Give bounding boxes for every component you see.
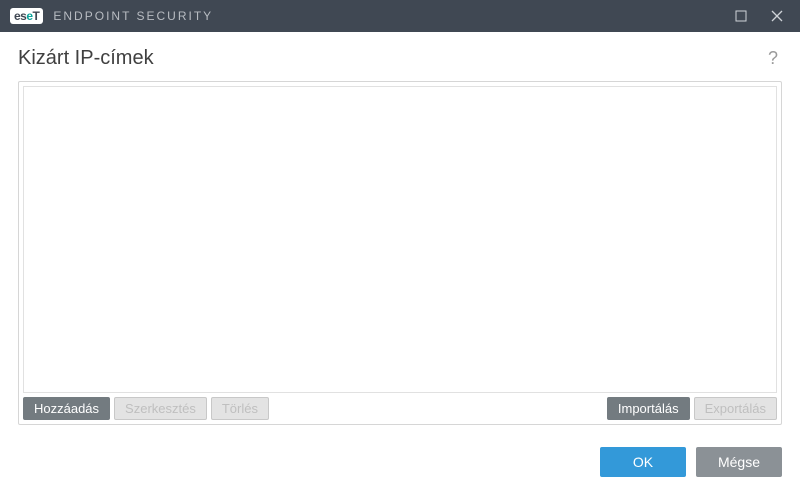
ok-button[interactable]: OK [600, 447, 686, 477]
brand-logo: eseT [10, 8, 43, 24]
edit-button: Szerkesztés [114, 397, 207, 420]
export-button: Exportálás [694, 397, 777, 420]
titlebar: eseT ENDPOINT SECURITY [0, 0, 800, 32]
brand-logo-suffix: T [33, 9, 40, 23]
window-controls [724, 4, 794, 28]
minimize-button[interactable] [724, 4, 758, 28]
action-bar: Hozzáadás Szerkesztés Törlés Importálás … [23, 397, 777, 420]
content: Kizárt IP-címek ? Hozzáadás Szerkesztés … [0, 32, 800, 425]
excluded-ip-list[interactable] [23, 86, 777, 393]
close-button[interactable] [760, 4, 794, 28]
import-button[interactable]: Importálás [607, 397, 690, 420]
minimize-icon [735, 10, 747, 22]
add-button[interactable]: Hozzáadás [23, 397, 110, 420]
delete-button: Törlés [211, 397, 269, 420]
brand-logo-prefix: es [14, 9, 26, 23]
help-icon[interactable]: ? [764, 46, 782, 71]
dialog-footer: OK Mégse [0, 425, 800, 477]
panel: Hozzáadás Szerkesztés Törlés Importálás … [18, 81, 782, 425]
cancel-button[interactable]: Mégse [696, 447, 782, 477]
page-title: Kizárt IP-címek [18, 47, 154, 70]
header-row: Kizárt IP-címek ? [18, 46, 782, 71]
close-icon [771, 10, 783, 22]
product-name: ENDPOINT SECURITY [53, 9, 213, 23]
